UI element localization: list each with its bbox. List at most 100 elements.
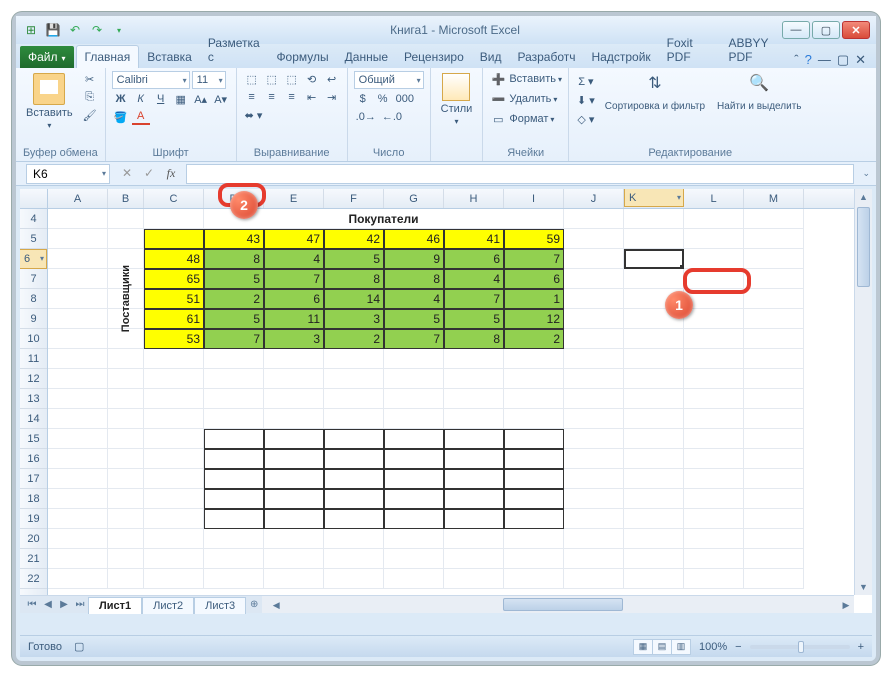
border-button[interactable]: ▦ [172,91,190,107]
cell[interactable] [624,249,684,269]
cell[interactable]: 8 [204,249,264,269]
cell[interactable] [564,249,624,269]
cell[interactable] [144,489,204,509]
cell[interactable]: 6 [264,289,324,309]
cell[interactable] [564,529,624,549]
bold-button[interactable]: Ж [112,91,130,107]
cell[interactable] [444,489,504,509]
column-header[interactable]: M [744,189,804,208]
cell[interactable]: 8 [324,269,384,289]
cell[interactable] [624,329,684,349]
save-icon[interactable]: 💾 [44,21,62,39]
copy-icon[interactable]: ⎘ [81,89,99,105]
cell[interactable] [504,569,564,589]
cell[interactable]: 65 [144,269,204,289]
cell[interactable] [144,389,204,409]
cell[interactable] [444,409,504,429]
close-button[interactable]: ✕ [842,21,870,39]
cell[interactable] [204,449,264,469]
row-header[interactable]: 19 [20,509,47,529]
cell[interactable] [684,569,744,589]
cell[interactable] [744,409,804,429]
cell[interactable] [264,349,324,369]
new-sheet-button[interactable]: ⊕ [246,599,262,610]
doc-minimize-icon[interactable]: — [818,52,831,68]
cell[interactable] [48,349,108,369]
cell[interactable] [108,469,144,489]
cell[interactable]: 47 [264,229,324,249]
row-header[interactable]: 11 [20,349,47,369]
cell[interactable]: 59 [504,229,564,249]
cell[interactable] [384,569,444,589]
cell[interactable] [108,549,144,569]
cell[interactable] [108,489,144,509]
scroll-up-icon[interactable]: ▲ [855,189,872,205]
cell[interactable]: 43 [204,229,264,249]
increase-decimal-button[interactable]: .0→ [354,109,378,125]
cell[interactable] [264,409,324,429]
cell[interactable] [384,549,444,569]
cell[interactable]: 8 [444,329,504,349]
cell[interactable] [384,529,444,549]
cell[interactable] [204,509,264,529]
tab-addins[interactable]: Надстройк [584,46,659,68]
scroll-down-icon[interactable]: ▼ [855,579,872,595]
accept-formula-icon[interactable]: ✓ [140,166,158,181]
cell[interactable]: 61 [144,309,204,329]
sheet-tab-3[interactable]: Лист3 [194,597,246,614]
cell[interactable] [504,369,564,389]
cell[interactable] [264,389,324,409]
cell[interactable] [444,429,504,449]
maximize-button[interactable]: ▢ [812,21,840,39]
cell[interactable] [624,229,684,249]
cell[interactable] [108,209,144,229]
cell[interactable] [564,269,624,289]
cell[interactable] [48,269,108,289]
cell[interactable] [684,329,744,349]
format-painter-icon[interactable]: 🖌 [81,107,99,123]
cell[interactable] [48,469,108,489]
cell[interactable] [264,429,324,449]
cell[interactable] [144,449,204,469]
cell[interactable] [504,509,564,529]
cell[interactable]: 41 [444,229,504,249]
cell[interactable] [504,529,564,549]
cell[interactable] [684,289,744,309]
cell[interactable] [504,409,564,429]
qat-more-icon[interactable]: ▾ [110,21,128,39]
redo-icon[interactable]: ↷ [88,21,106,39]
name-box[interactable]: K6 [26,164,110,184]
cell[interactable] [564,329,624,349]
tab-view[interactable]: Вид [472,46,510,68]
cell[interactable] [48,569,108,589]
column-header[interactable]: G [384,189,444,208]
ribbon-minimize-icon[interactable]: ˆ [794,52,798,68]
tab-data[interactable]: Данные [337,46,396,68]
font-color-button[interactable]: A [132,109,150,125]
cell[interactable]: 3 [264,329,324,349]
cell[interactable] [204,349,264,369]
cell[interactable] [624,509,684,529]
row-header[interactable]: 13 [20,389,47,409]
column-header[interactable]: J [564,189,624,208]
cell[interactable] [48,489,108,509]
row-header[interactable]: 5 [20,229,47,249]
cell[interactable] [624,489,684,509]
horizontal-scrollbar[interactable]: ◀ ▶ [268,596,854,613]
cell[interactable] [48,309,108,329]
fill-color-button[interactable]: 🪣 [112,109,130,125]
cell[interactable]: 7 [204,329,264,349]
zoom-out-button[interactable]: − [735,641,741,653]
clear-button[interactable]: ◇ ▾ [575,111,597,127]
format-cells-button[interactable]: ▭ [489,111,507,127]
fill-button[interactable]: ⬇ ▾ [575,92,597,108]
cell[interactable] [744,469,804,489]
doc-restore-icon[interactable]: ▢ [837,52,849,68]
cell[interactable] [144,409,204,429]
italic-button[interactable]: К [132,91,150,107]
find-select-button[interactable]: 🔍 Найти и выделить [713,71,805,114]
cell[interactable] [744,369,804,389]
cell[interactable] [324,489,384,509]
cell[interactable] [624,209,684,229]
cell[interactable] [624,389,684,409]
